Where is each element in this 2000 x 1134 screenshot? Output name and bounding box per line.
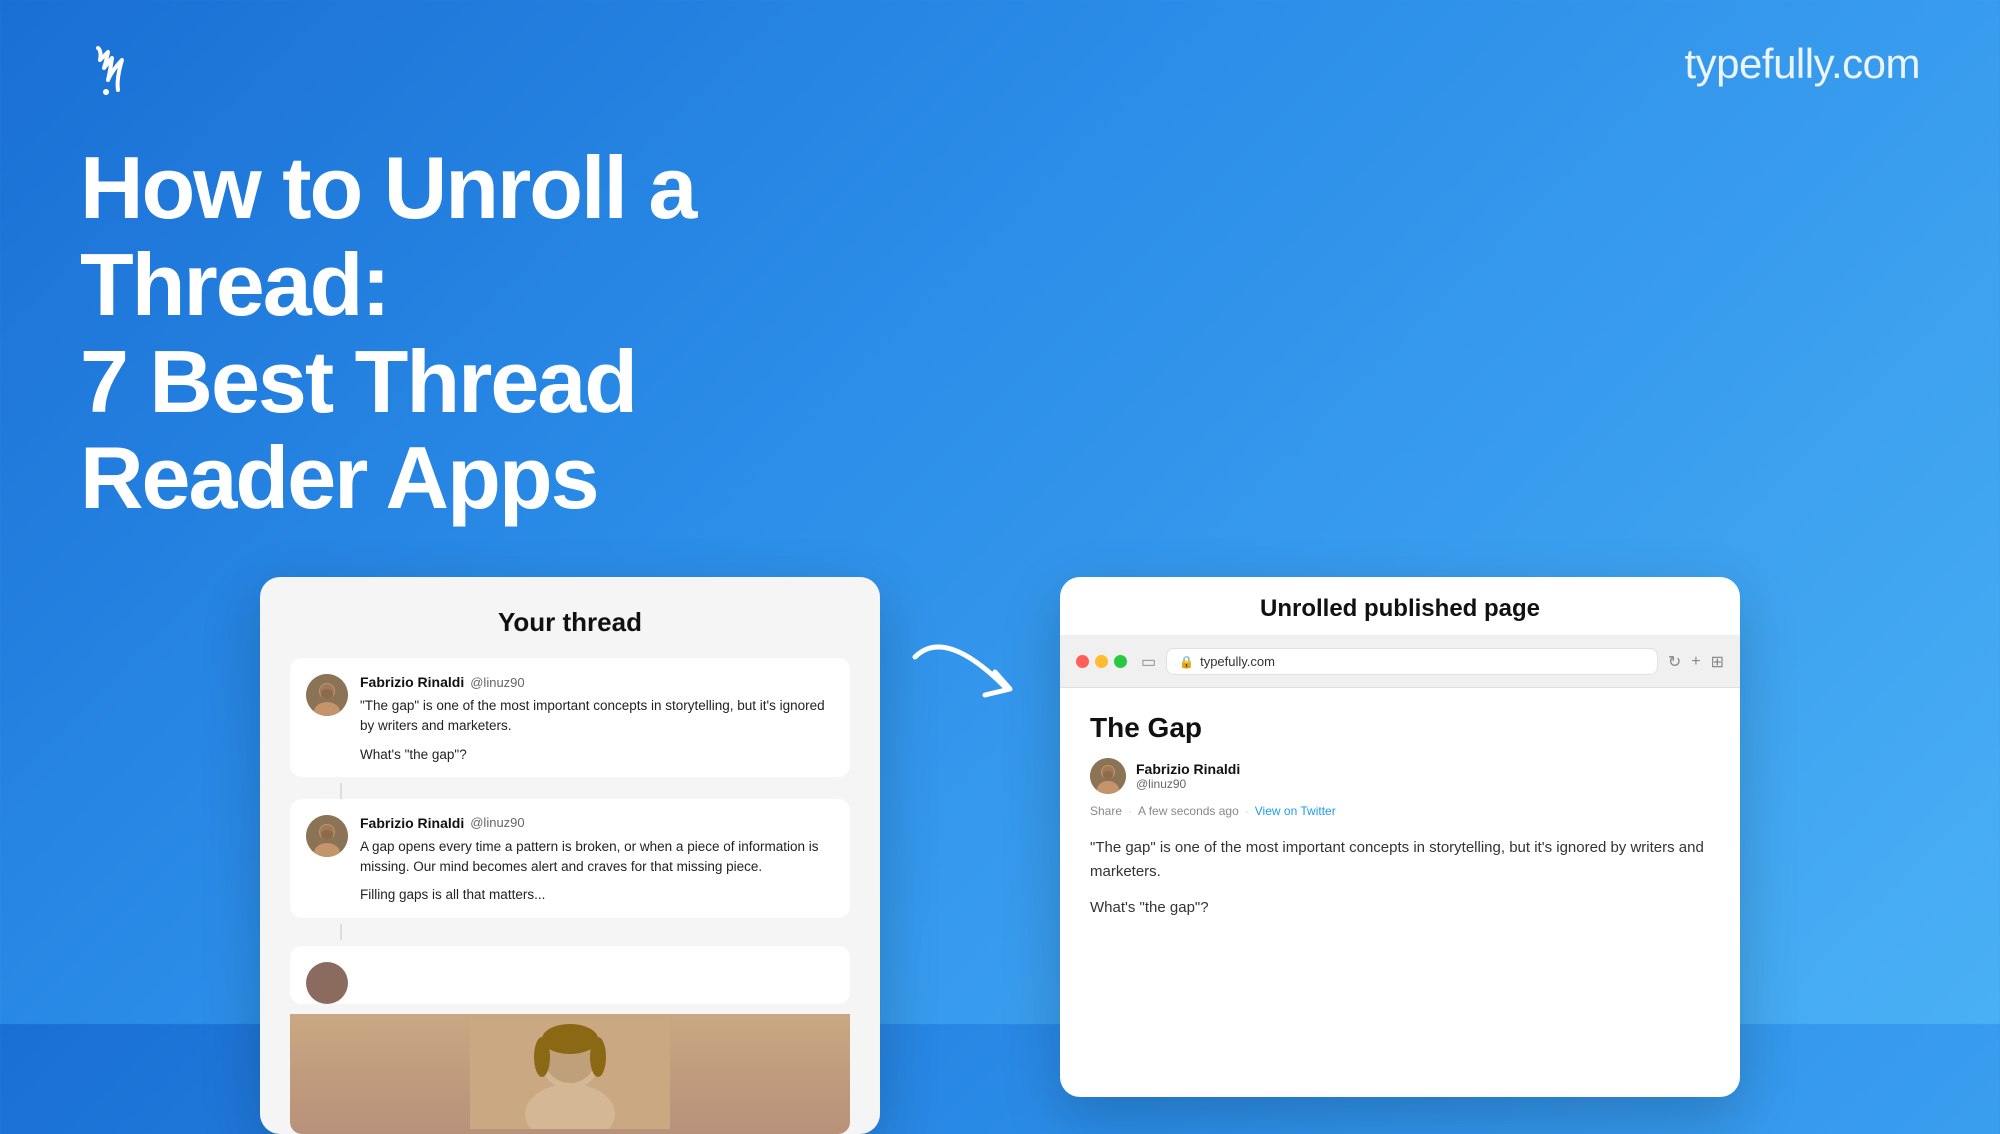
article-text-1: "The gap" is one of the most important c… (1090, 836, 1710, 884)
meta-sep-1: · (1128, 804, 1132, 818)
placeholder-image-svg (470, 1019, 670, 1129)
tweet-2-author-line: Fabrizio Rinaldi @linuz90 (360, 815, 834, 831)
thread-connector-line (340, 783, 342, 799)
image-tweet-spacer (360, 962, 834, 972)
tweet-2: Fabrizio Rinaldi @linuz90 A gap opens ev… (290, 799, 850, 918)
author-name-sm: Fabrizio Rinaldi (1136, 761, 1240, 777)
tweet-1-author-line: Fabrizio Rinaldi @linuz90 (360, 674, 834, 690)
unrolled-card: Unrolled published page ▭ 🔒 typefully.co… (1060, 577, 1740, 1097)
tweet-2-text: A gap opens every time a pattern is brok… (360, 837, 834, 878)
tweet-1: Fabrizio Rinaldi @linuz90 "The gap" is o… (290, 658, 850, 777)
tweet-1-author-name: Fabrizio Rinaldi (360, 674, 464, 690)
image-placeholder (290, 1014, 850, 1134)
url-text: typefully.com (1200, 654, 1275, 669)
header: typefully.com (0, 0, 2000, 100)
thread-card-title: Your thread (290, 607, 850, 638)
thread-card: Your thread Fabrizio Rinaldi @linuz90 (260, 577, 880, 1134)
author-avatar-sm (1090, 758, 1126, 794)
hero-title-line2: 7 Best Thread Reader Apps (80, 334, 820, 528)
image-tweet-wrapper (290, 924, 850, 1134)
share-label[interactable]: Share (1090, 804, 1122, 818)
author-info: Fabrizio Rinaldi @linuz90 (1136, 761, 1240, 791)
transition-arrow-svg (905, 637, 1035, 727)
author-row: Fabrizio Rinaldi @linuz90 (1090, 758, 1710, 794)
browser-refresh-icon[interactable]: ↻ (1668, 652, 1681, 672)
hero-title: How to Unroll a Thread: 7 Best Thread Re… (0, 100, 900, 527)
cards-area: Your thread Fabrizio Rinaldi @linuz90 (0, 527, 2000, 1134)
browser-add-tab-icon[interactable]: + (1691, 653, 1700, 671)
browser-dot-yellow (1095, 655, 1108, 668)
tweet-2-author-name: Fabrizio Rinaldi (360, 815, 464, 831)
tweet-2-author-handle: @linuz90 (470, 815, 524, 830)
tweet-1-extra: What's "the gap"? (360, 745, 834, 765)
meta-sep-2: · (1245, 804, 1249, 818)
tweet-2-content: Fabrizio Rinaldi @linuz90 A gap opens ev… (360, 815, 834, 906)
article-title: The Gap (1090, 712, 1710, 744)
thread-connector-line-2 (340, 924, 342, 940)
browser-dot-red (1076, 655, 1089, 668)
unrolled-card-header-title: Unrolled published page (1060, 577, 1740, 636)
time-label: A few seconds ago (1138, 804, 1239, 818)
image-tweet-content (360, 962, 834, 1004)
url-bar[interactable]: 🔒 typefully.com (1166, 648, 1658, 675)
image-tweet (290, 946, 850, 1004)
browser-dot-green (1114, 655, 1127, 668)
browser-bar: ▭ 🔒 typefully.com ↻ + ⊞ (1060, 636, 1740, 688)
browser-sidebar-icon: ▭ (1141, 652, 1156, 672)
tweet-1-avatar (306, 674, 348, 716)
tweet-2-avatar (306, 815, 348, 857)
arrow-container (880, 577, 1060, 727)
image-tweet-avatar (306, 962, 348, 1004)
article-text-2: What's "the gap"? (1090, 896, 1710, 920)
view-on-twitter-link[interactable]: View on Twitter (1255, 804, 1336, 818)
tweet-1-text: "The gap" is one of the most important c… (360, 696, 834, 737)
tweet-1-author-handle: @linuz90 (470, 675, 524, 690)
typefully-logo-icon (80, 40, 140, 100)
browser-actions: ↻ + ⊞ (1668, 652, 1724, 672)
url-lock-icon: 🔒 (1179, 655, 1194, 669)
site-url: typefully.com (1685, 40, 1920, 88)
logo (80, 40, 140, 100)
tweet-2-extra: Filling gaps is all that matters... (360, 885, 834, 905)
meta-row: Share · A few seconds ago · View on Twit… (1090, 804, 1710, 818)
author-handle-sm: @linuz90 (1136, 777, 1240, 791)
hero-title-line1: How to Unroll a Thread: (80, 140, 820, 334)
browser-dots (1076, 655, 1127, 668)
tweet-1-content: Fabrizio Rinaldi @linuz90 "The gap" is o… (360, 674, 834, 765)
browser-grid-icon[interactable]: ⊞ (1711, 652, 1724, 672)
article-content: The Gap Fabrizio Rinaldi @linuz90 (1060, 688, 1740, 956)
